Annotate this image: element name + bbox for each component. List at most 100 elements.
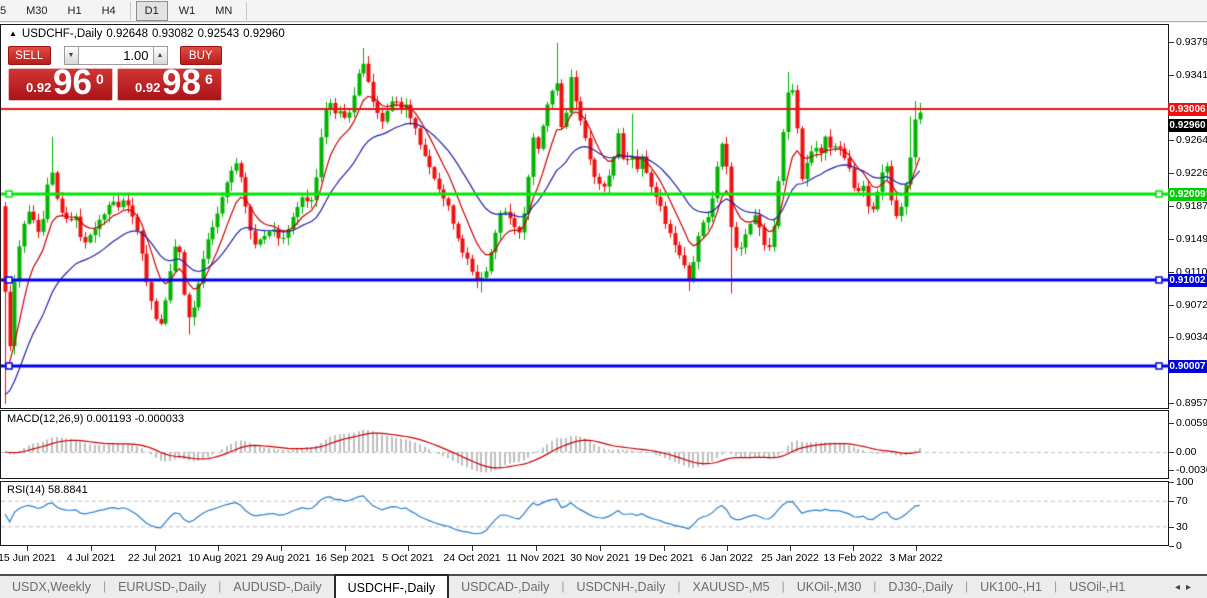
date-axis-tick [345, 546, 346, 551]
main-chart-pane[interactable]: ▲USDCHF-,Daily0.926480.930820.925430.929… [0, 24, 1169, 409]
price-axis-tick [1169, 173, 1174, 174]
date-axis-label: 6 Jan 2022 [701, 552, 753, 564]
timeframe-button-M30[interactable]: M30 [17, 1, 56, 21]
price-axis-label: 0.91870 [1176, 200, 1207, 212]
price-axis-tick [1169, 403, 1174, 404]
bid-price-big: 96 [53, 63, 92, 103]
level-price-tag-0.91002[interactable]: 0.91002 [1168, 274, 1207, 287]
date-axis-tick [91, 546, 92, 551]
price-axis-label: 0.93790 [1176, 36, 1207, 48]
symbol-tab-xauusd-m5[interactable]: XAUUSD-,M5 [680, 576, 781, 598]
level-price-tag-0.90007[interactable]: 0.90007 [1168, 360, 1207, 373]
price-axis-label: 0.90720 [1176, 299, 1207, 311]
ask-price-sup: 6 [205, 71, 213, 87]
symbol-tab-usdx-weekly[interactable]: USDX,Weekly [0, 576, 103, 598]
bid-price-sup: 0 [96, 71, 104, 87]
timeframe-button-H1[interactable]: H1 [59, 1, 91, 21]
rsi-axis-label: 30 [1176, 521, 1188, 533]
date-axis-label: 30 Nov 2021 [570, 552, 630, 564]
symbol-tab-usoil-h1[interactable]: USOil-,H1 [1057, 576, 1137, 598]
ohlc-high: 0.93082 [152, 28, 194, 40]
rsi-axis-tick [1169, 527, 1174, 528]
rsi-label: RSI(14) 58.8841 [7, 484, 88, 496]
bid-quote-panel[interactable]: 0.92 96 0 [8, 68, 113, 101]
scroll-left-icon[interactable]: ◂ [1175, 582, 1186, 593]
date-axis-label: 10 Aug 2021 [189, 552, 248, 564]
date-axis-label: 22 Jul 2021 [128, 552, 182, 564]
macd-axis-label: 0.00 [1176, 446, 1196, 458]
rsi-axis-label: 100 [1176, 476, 1194, 488]
date-axis-label: 4 Jul 2021 [67, 552, 115, 564]
timeframe-button-D1[interactable]: D1 [136, 1, 168, 21]
rsi-axis-tick [1169, 546, 1174, 547]
price-axis-tick [1169, 239, 1174, 240]
timeframe-button-H4[interactable]: H4 [93, 1, 125, 21]
symbol-tab-usdchf-daily[interactable]: USDCHF-,Daily [334, 574, 450, 598]
symbol-tab-bar: USDX,Weekly|EURUSD-,Daily|AUDUSD-,DailyU… [0, 574, 1207, 598]
timeframe-toolbar: 5M30H1H4 D1W1MN [0, 0, 1207, 22]
date-axis-tick [853, 546, 854, 551]
price-axis-label: 0.92640 [1176, 134, 1207, 146]
toolbar-separator [130, 2, 131, 20]
date-axis-tick [27, 546, 28, 551]
date-axis-label: 24 Oct 2021 [443, 552, 500, 564]
chart-window: ▲USDCHF-,Daily0.926480.930820.925430.929… [0, 23, 1207, 574]
level-price-tag-0.92009[interactable]: 0.92009 [1168, 188, 1207, 201]
one-click-trading-widget: SELL ▼ 1.00 ▲ BUY 0.92 96 0 0.92 [8, 46, 222, 101]
date-axis-tick [155, 546, 156, 551]
price-axis-label: 0.93410 [1176, 69, 1207, 81]
symbol-tab-usdcnh-daily[interactable]: USDCNH-,Daily [564, 576, 677, 598]
price-axis-label: 0.92260 [1176, 167, 1207, 179]
symbol-tab-eurusd-daily[interactable]: EURUSD-,Daily [106, 576, 218, 598]
price-axis-label: 0.89570 [1176, 397, 1207, 409]
rsi-axis-label: 70 [1176, 495, 1188, 507]
price-axis-tick [1169, 75, 1174, 76]
level-price-tag-0.93006[interactable]: 0.93006 [1168, 103, 1207, 116]
ohlc-open: 0.92648 [106, 28, 148, 40]
date-axis-tick [916, 546, 917, 551]
macd-indicator-pane[interactable]: MACD(12,26,9) 0.001193 -0.000033 [0, 410, 1169, 479]
spin-up-icon: ▲ [157, 52, 164, 59]
rsi-axis-tick [1169, 501, 1174, 502]
date-axis-label: 11 Nov 2021 [507, 552, 566, 564]
date-axis-label: 25 Jan 2022 [761, 552, 819, 564]
date-axis-tick [600, 546, 601, 551]
symbol-tab-dj30-daily[interactable]: DJ30-,Daily [876, 576, 965, 598]
date-axis-tick [727, 546, 728, 551]
timeframe-button-5[interactable]: 5 [0, 1, 15, 21]
date-axis-label: 16 Sep 2021 [315, 552, 375, 564]
timeframe-button-MN[interactable]: MN [206, 1, 241, 21]
price-axis-label: 0.91490 [1176, 233, 1207, 245]
macd-axis-tick [1169, 452, 1174, 453]
symbol-tab-audusd-daily[interactable]: AUDUSD-,Daily [221, 576, 333, 598]
date-axis-label: 15 Jun 2021 [0, 552, 56, 564]
date-axis-label: 13 Feb 2022 [824, 552, 883, 564]
macd-label: MACD(12,26,9) 0.001193 -0.000033 [7, 413, 184, 425]
ask-quote-panel[interactable]: 0.92 98 6 [117, 68, 222, 101]
macd-axis-tick [1169, 470, 1174, 471]
symbol-tab-ukoil-m30[interactable]: UKOil-,M30 [785, 576, 874, 598]
scroll-right-icon[interactable]: ▸ [1186, 582, 1197, 593]
price-axis-tick [1169, 305, 1174, 306]
sell-button[interactable]: SELL [8, 46, 51, 65]
toolbar-separator [246, 2, 247, 20]
symbol-tab-uk100-h1[interactable]: UK100-,H1 [968, 576, 1054, 598]
rsi-indicator-pane[interactable]: RSI(14) 58.8841 [0, 481, 1169, 546]
date-axis-label: 3 Mar 2022 [889, 552, 942, 564]
timeframe-button-W1[interactable]: W1 [170, 1, 205, 21]
tab-scroll-arrows[interactable]: ◂▸ [1175, 576, 1207, 598]
chart-symbol-period: USDCHF-,Daily [22, 28, 103, 40]
bid-price-prefix: 0.92 [26, 80, 51, 95]
current-price-tag: 0.92960 [1168, 119, 1207, 132]
price-axis-tick [1169, 337, 1174, 338]
spin-down-icon: ▼ [68, 52, 75, 59]
macd-axis-label: -0.003664 [1176, 464, 1207, 476]
date-axis-label: 29 Aug 2021 [252, 552, 311, 564]
trading-terminal: 5M30H1H4D1W1MN ▲USDCHF-,Daily0.926480.93… [0, 0, 1207, 598]
rsi-canvas[interactable] [1, 482, 1168, 545]
date-axis-label: 5 Oct 2021 [382, 552, 433, 564]
ask-price-prefix: 0.92 [135, 80, 160, 95]
symbol-tab-usdcad-daily[interactable]: USDCAD-,Daily [449, 576, 561, 598]
collapse-triangle-icon[interactable]: ▲ [9, 29, 17, 38]
chart-title: ▲USDCHF-,Daily0.926480.930820.925430.929… [9, 28, 289, 40]
